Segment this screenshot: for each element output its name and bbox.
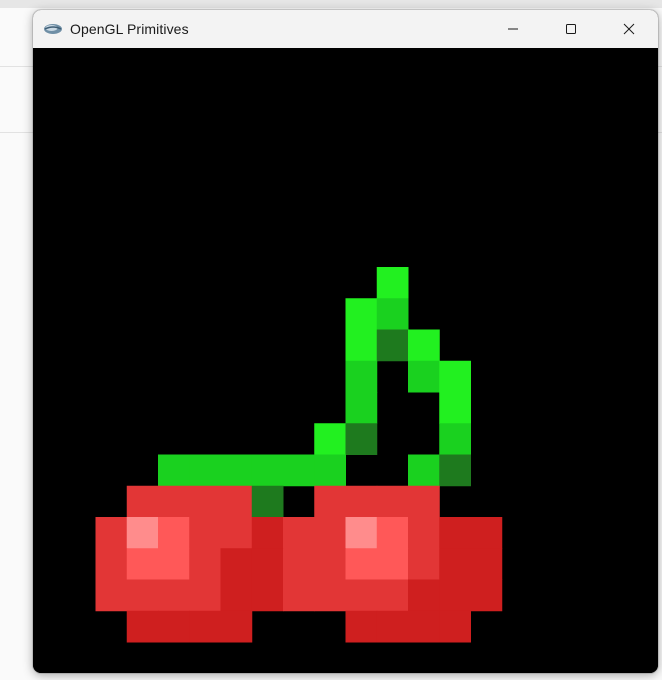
sprite-pixel — [220, 485, 253, 518]
sprite-pixel — [95, 548, 128, 580]
app-icon — [42, 18, 64, 40]
sprite-pixel — [314, 517, 346, 549]
sprite-pixel — [470, 517, 503, 549]
minimize-button[interactable] — [484, 10, 542, 48]
sprite-pixel — [95, 579, 128, 612]
sprite-pixel — [251, 517, 284, 549]
sprite-pixel — [439, 579, 471, 612]
sprite-pixel — [189, 610, 221, 643]
cherries-sprite — [95, 267, 503, 643]
sprite-pixel — [158, 454, 190, 487]
sprite-pixel — [126, 579, 159, 612]
sprite-pixel — [189, 579, 221, 612]
sprite-pixel — [189, 548, 221, 580]
sprite-pixel — [470, 548, 503, 580]
sprite-pixel — [345, 298, 378, 330]
sprite-pixel — [408, 579, 440, 612]
sprite-pixel — [376, 298, 409, 330]
sprite-pixel — [158, 610, 190, 643]
sprite-pixel — [345, 579, 378, 612]
sprite-pixel — [189, 485, 221, 518]
sprite-pixel — [376, 548, 409, 580]
window-controls — [484, 10, 658, 48]
sprite-pixel — [345, 485, 378, 518]
maximize-icon — [566, 24, 576, 34]
sprite-pixel — [408, 610, 440, 643]
sprite-pixel — [408, 360, 440, 393]
sprite-pixel — [251, 454, 284, 487]
sprite-pixel — [251, 485, 284, 518]
sprite-pixel — [314, 454, 346, 487]
title-bar[interactable]: OpenGL Primitives — [33, 10, 658, 48]
sprite-pixel — [126, 485, 159, 518]
sprite-pixel — [345, 423, 378, 455]
close-button[interactable] — [600, 10, 658, 48]
sprite-pixel — [376, 267, 409, 299]
sprite-pixel — [345, 610, 378, 643]
sprite-pixel — [408, 454, 440, 487]
sprite-pixel — [376, 610, 409, 643]
sprite-pixel — [158, 548, 190, 580]
sprite-pixel — [439, 392, 471, 424]
sprite-pixel — [314, 485, 346, 518]
sprite-pixel — [283, 454, 315, 487]
sprite-pixel — [408, 517, 440, 549]
sprite-pixel — [283, 548, 315, 580]
sprite-pixel — [439, 454, 471, 487]
window-title: OpenGL Primitives — [70, 21, 189, 37]
sprite-pixel — [376, 485, 409, 518]
sprite-pixel — [220, 548, 253, 580]
sprite-pixel — [126, 548, 159, 580]
minimize-icon — [508, 28, 518, 30]
sprite-pixel — [439, 423, 471, 455]
sprite-pixel — [345, 329, 378, 362]
sprite-pixel — [376, 517, 409, 549]
sprite-pixel — [283, 517, 315, 549]
sprite-pixel — [95, 517, 128, 549]
sprite-pixel — [251, 579, 284, 612]
sprite-pixel — [314, 423, 346, 455]
sprite-pixel — [220, 579, 253, 612]
opengl-window[interactable]: OpenGL Primitives — [33, 10, 658, 673]
sprite-pixel — [439, 517, 471, 549]
sprite-pixel — [408, 485, 440, 518]
sprite-pixel — [408, 329, 440, 362]
sprite-pixel — [220, 454, 253, 487]
sprite-pixel — [126, 517, 159, 549]
sprite-pixel — [283, 579, 315, 612]
render-canvas[interactable] — [33, 48, 658, 673]
sprite-pixel — [345, 548, 378, 580]
sprite-pixel — [345, 360, 378, 393]
sprite-pixel — [314, 579, 346, 612]
sprite-pixel — [158, 485, 190, 518]
maximize-button[interactable] — [542, 10, 600, 48]
sprite-pixel — [189, 517, 221, 549]
sprite-pixel — [439, 360, 471, 393]
sprite-pixel — [314, 548, 346, 580]
sprite-pixel — [158, 517, 190, 549]
sprite-pixel — [158, 579, 190, 612]
sprite-pixel — [439, 610, 471, 643]
close-icon — [623, 23, 635, 35]
sprite-pixel — [439, 548, 471, 580]
sprite-pixel — [189, 454, 221, 487]
sprite-pixel — [470, 579, 503, 612]
sprite-pixel — [126, 610, 159, 643]
background-toolbar — [0, 0, 662, 8]
sprite-pixel — [376, 329, 409, 362]
sprite-pixel — [408, 548, 440, 580]
sprite-pixel — [220, 610, 253, 643]
sprite-pixel — [220, 517, 253, 549]
sprite-pixel — [251, 548, 284, 580]
sprite-pixel — [376, 579, 409, 612]
sprite-pixel — [345, 517, 378, 549]
sprite-pixel — [345, 392, 378, 424]
